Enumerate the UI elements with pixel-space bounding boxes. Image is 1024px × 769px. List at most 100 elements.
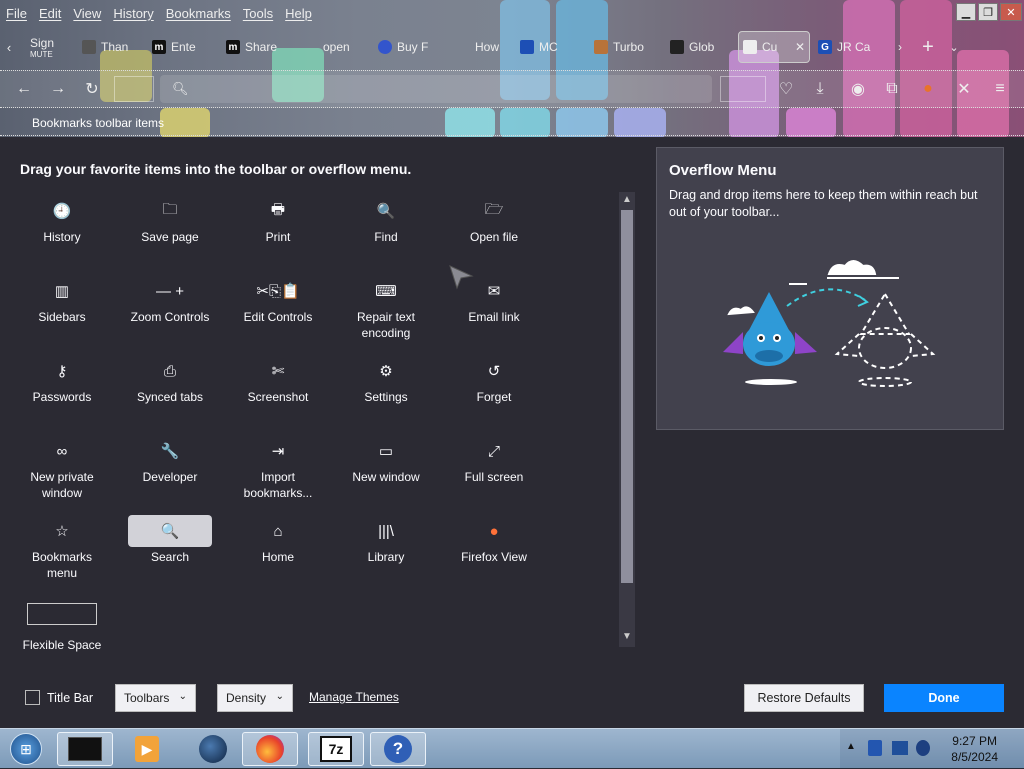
forward-icon[interactable]: → [44, 75, 72, 103]
new-window-icon: ▭ [378, 443, 394, 460]
list-all-tabs-icon[interactable]: ⌄ [942, 33, 966, 61]
scrollbar-thumb[interactable] [621, 210, 633, 583]
restore-button[interactable]: ❐ [978, 3, 998, 21]
palette-item-library[interactable]: |||\ Library [340, 515, 432, 565]
downloads-icon[interactable]: ⤓ [806, 75, 834, 103]
tab-favicon [670, 40, 684, 54]
palette-item-label: Library [367, 550, 405, 564]
close-extension-icon[interactable]: ✕ [950, 75, 978, 103]
menu-edit[interactable]: Edit [39, 6, 61, 21]
new-tab-icon[interactable]: + [914, 33, 942, 61]
palette-item-synced-tabs[interactable]: ⎙ Synced tabs [124, 355, 216, 405]
palette-item-label: Settings [364, 390, 408, 404]
palette-item-print[interactable]: 🖶 Print [232, 195, 324, 245]
account-icon[interactable]: ◉ [844, 75, 872, 103]
palette-item-settings[interactable]: ⚙ Settings [340, 355, 432, 405]
palette-item-save-page[interactable]: 🗀 Save page [124, 195, 216, 245]
tab-9[interactable]: Glob [666, 31, 738, 63]
tab-3[interactable]: m Share [222, 31, 300, 63]
restore-defaults-button[interactable]: Restore Defaults [744, 684, 864, 712]
toolbars-dropdown[interactable]: Toolbars ⌄ [115, 684, 196, 712]
menu-bookmarks[interactable]: Bookmarks [166, 6, 231, 21]
system-clock[interactable]: 9:27 PM 8/5/2024 [951, 733, 998, 765]
tab-2[interactable]: m Ente [148, 31, 222, 63]
menu-help[interactable]: Help [285, 6, 312, 21]
palette-item-find[interactable]: 🔍 Find [340, 195, 432, 245]
tab-10-active[interactable]: Cu ✕ [738, 31, 810, 63]
overflow-menu-title: Overflow Menu [669, 162, 777, 179]
tray-volume-icon[interactable] [916, 740, 930, 756]
palette-item-developer[interactable]: 🔧 Developer [124, 435, 216, 485]
palette-item-new-window[interactable]: ▭ New window [340, 435, 432, 485]
tab-6[interactable]: How [452, 31, 516, 63]
scroll-up-icon[interactable]: ▲ [619, 194, 635, 208]
palette-item-label: Repair text encoding [356, 310, 416, 340]
menu-history[interactable]: History [113, 6, 153, 21]
overflow-menu-panel[interactable]: Overflow Menu Drag and drop items here t… [656, 147, 1004, 430]
chevron-left-icon[interactable]: ‹ [0, 33, 18, 61]
palette-item-sidebars[interactable]: ▥ Sidebars [16, 275, 108, 325]
tab-0[interactable]: Sign MUTE [18, 31, 78, 63]
m-favicon-icon: m [152, 40, 166, 54]
palette-scrollbar[interactable]: ▲ ▼ [619, 192, 635, 647]
back-icon[interactable]: ← [10, 75, 38, 103]
tab-label: Than [101, 40, 129, 54]
dragon-mascot-icon [723, 292, 817, 385]
search-icon: 🔍 [128, 515, 212, 547]
private-window-icon: ∞ [56, 442, 68, 460]
palette-item-screenshot[interactable]: ✄ Screenshot [232, 355, 324, 405]
palette-item-open-file[interactable]: 🗁 Open file [448, 195, 540, 245]
title-bar-checkbox[interactable] [25, 690, 40, 705]
palette-item-bookmarks-menu[interactable]: ☆ Bookmarks menu [16, 515, 108, 581]
tab-11[interactable]: G JR Ca [814, 31, 886, 63]
palette-item-home[interactable]: ⌂ Home [232, 515, 324, 565]
menu-file[interactable]: File [6, 6, 27, 21]
palette-item-edit-controls[interactable]: ✂⎘📋 Edit Controls [232, 275, 324, 325]
taskbar-terminal-app[interactable] [57, 732, 113, 766]
taskbar-help-app[interactable]: ? [370, 732, 426, 766]
app-menu-icon[interactable]: ≡ [986, 75, 1014, 103]
close-tab-icon[interactable]: ✕ [795, 40, 805, 54]
scroll-down-icon[interactable]: ▼ [619, 631, 635, 645]
tray-expand-icon[interactable]: ▲ [846, 741, 856, 752]
palette-item-repair-text-encoding[interactable]: ⌨ Repair text encoding [340, 275, 432, 341]
menu-view[interactable]: View [73, 6, 101, 21]
manage-themes-link[interactable]: Manage Themes [309, 690, 399, 704]
tray-app-icon[interactable] [868, 740, 882, 756]
minimize-button[interactable]: ▁ [956, 3, 976, 21]
palette-item-zoom-controls[interactable]: — + Zoom Controls [124, 275, 216, 325]
taskbar-media-app[interactable]: ▶ [119, 732, 175, 766]
density-dropdown[interactable]: Density ⌄ [217, 684, 293, 712]
palette-item-label: Import bookmarks... [243, 470, 313, 500]
extension-icon[interactable]: ● [914, 75, 942, 103]
done-button[interactable]: Done [884, 684, 1004, 712]
bookmarks-toolbar-items[interactable]: Bookmarks toolbar items [32, 116, 164, 130]
tab-7[interactable]: MC [516, 31, 590, 63]
start-button[interactable]: ⊞ [4, 732, 48, 766]
tab-4[interactable]: open [300, 31, 374, 63]
menu-tools[interactable]: Tools [243, 6, 273, 21]
taskbar-firefox-app[interactable] [242, 732, 298, 766]
pocket-icon[interactable]: ♡ [772, 75, 800, 103]
palette-item-label: Full screen [464, 470, 524, 484]
extensions-icon[interactable]: ⧉ [878, 75, 906, 103]
palette-item-full-screen[interactable]: ⤢ Full screen [448, 435, 540, 485]
taskbar-globe-app[interactable] [185, 732, 241, 766]
palette-item-history[interactable]: 🕘 History [16, 195, 108, 245]
palette-item-search[interactable]: 🔍 Search [124, 515, 216, 565]
close-window-button[interactable]: ✕ [1000, 3, 1022, 21]
tab-8[interactable]: Turbo [590, 31, 666, 63]
palette-item-firefox-view[interactable]: ● Firefox View [448, 515, 540, 565]
palette-item-passwords[interactable]: ⚷ Passwords [16, 355, 108, 405]
tray-network-icon[interactable] [892, 741, 908, 755]
palette-item-flexible-space[interactable]: Flexible Space [16, 595, 108, 653]
chevron-right-icon[interactable]: › [890, 33, 910, 61]
taskbar-7zip-app[interactable]: 7z [308, 732, 364, 766]
palette-item-import-bookmarks[interactable]: ⇥ Import bookmarks... [232, 435, 324, 501]
reload-icon[interactable]: ↻ [78, 75, 106, 103]
url-bar[interactable]: 🔍︎ [160, 75, 712, 103]
palette-item-forget[interactable]: ↺ Forget [448, 355, 540, 405]
tab-1[interactable]: Than [78, 31, 148, 63]
tab-5[interactable]: Buy F [374, 31, 452, 63]
palette-item-new-private-window[interactable]: ∞ New private window [16, 435, 108, 501]
